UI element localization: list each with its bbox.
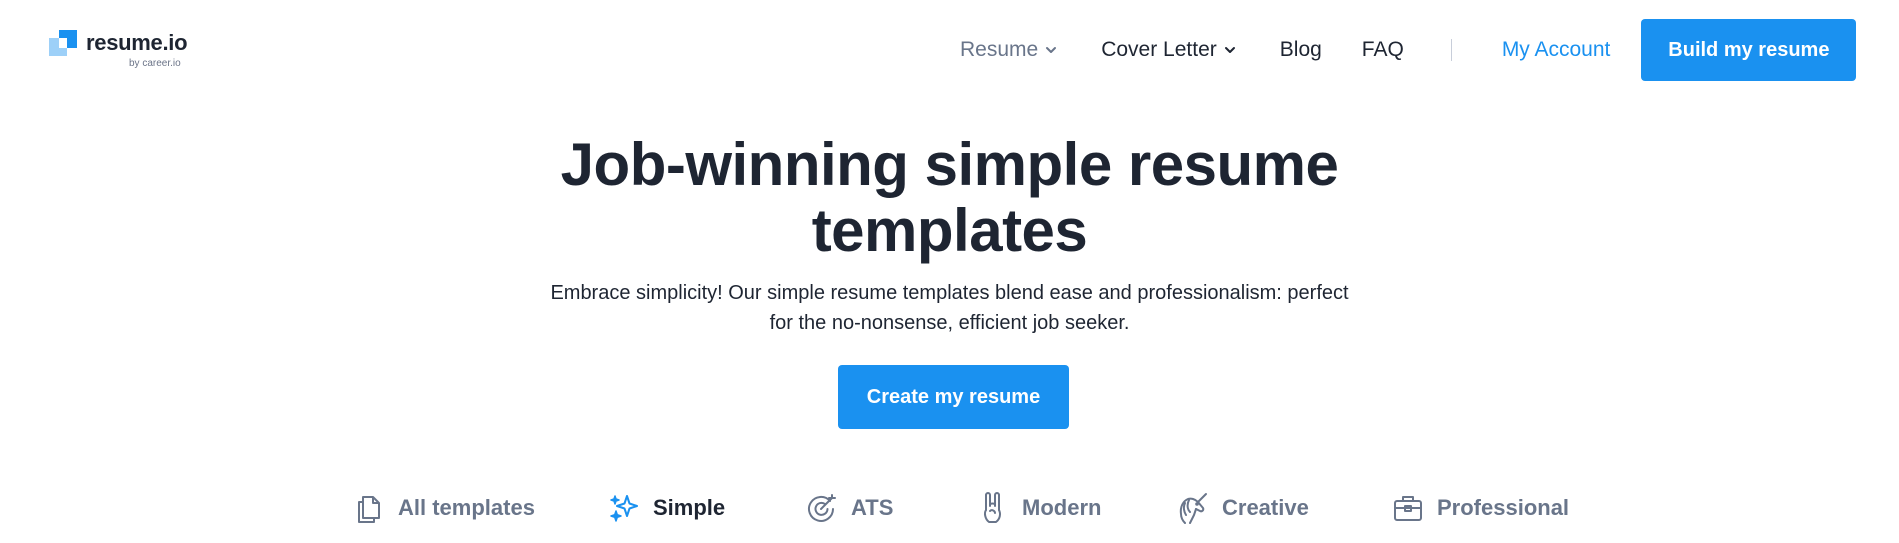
my-account-link[interactable]: My Account	[1502, 38, 1611, 62]
nav-item-label: Cover Letter	[1101, 38, 1217, 61]
create-my-resume-button[interactable]: Create my resume	[838, 365, 1069, 429]
briefcase-icon	[1394, 496, 1422, 521]
hero-description: Embrace simplicity! Our simple resume te…	[0, 278, 1899, 338]
sparkles-icon	[610, 495, 638, 522]
nav-divider	[1450, 39, 1452, 61]
rock-hand-icon	[984, 492, 1001, 523]
tab-label: Creative	[1222, 495, 1309, 520]
chevron-down-icon	[1224, 47, 1235, 53]
template-category-tabs: All templates Simple ATS Modern Creative…	[0, 488, 1899, 528]
page-title-line-1: Job-winning simple resume	[560, 131, 1339, 198]
brand-byline: by career.io	[129, 58, 181, 69]
site-header: resume.io by career.io Resume Cover Lett…	[0, 0, 1899, 100]
nav-item-resume[interactable]: Resume	[960, 38, 1057, 62]
nav-item-label: Blog	[1279, 38, 1322, 61]
main-nav: Resume Cover Letter Blog FAQ My Account …	[960, 0, 1857, 100]
brand-logo[interactable]: resume.io by career.io	[49, 28, 199, 72]
tab-professional[interactable]: Professional	[1391, 488, 1569, 528]
copy-documents-icon	[358, 496, 380, 523]
page-title-line-2: templates	[811, 197, 1088, 264]
tab-creative[interactable]: Creative	[1176, 488, 1309, 528]
tab-simple[interactable]: Simple	[607, 488, 725, 528]
tab-ats[interactable]: ATS	[805, 488, 893, 528]
target-icon	[808, 494, 836, 522]
chevron-down-icon	[1046, 47, 1057, 53]
unicorn-icon	[1179, 493, 1207, 524]
tab-label: All templates	[398, 495, 535, 520]
page-title: Job-winning simple resume templates	[0, 132, 1899, 264]
tab-label: Professional	[1437, 495, 1570, 520]
brand-name: resume.io	[86, 30, 188, 55]
nav-item-cover-letter[interactable]: Cover Letter	[1101, 38, 1236, 62]
nav-item-label: FAQ	[1361, 38, 1404, 61]
resume-io-logo-icon	[49, 30, 77, 56]
tab-label: ATS	[851, 495, 894, 520]
tab-label: Modern	[1022, 495, 1102, 520]
hero-description-line-1: Embrace simplicity! Our simple resume te…	[550, 282, 1349, 304]
tab-label: Simple	[653, 495, 726, 520]
nav-item-label: Resume	[960, 38, 1039, 61]
nav-item-blog[interactable]: Blog	[1280, 38, 1322, 62]
tab-modern[interactable]: Modern	[976, 488, 1101, 528]
build-my-resume-button[interactable]: Build my resume	[1641, 19, 1857, 81]
hero-description-line-2: for the no-nonsense, efficient job seeke…	[769, 312, 1130, 334]
tab-all-templates[interactable]: All templates	[352, 488, 535, 528]
nav-item-faq[interactable]: FAQ	[1362, 38, 1404, 62]
